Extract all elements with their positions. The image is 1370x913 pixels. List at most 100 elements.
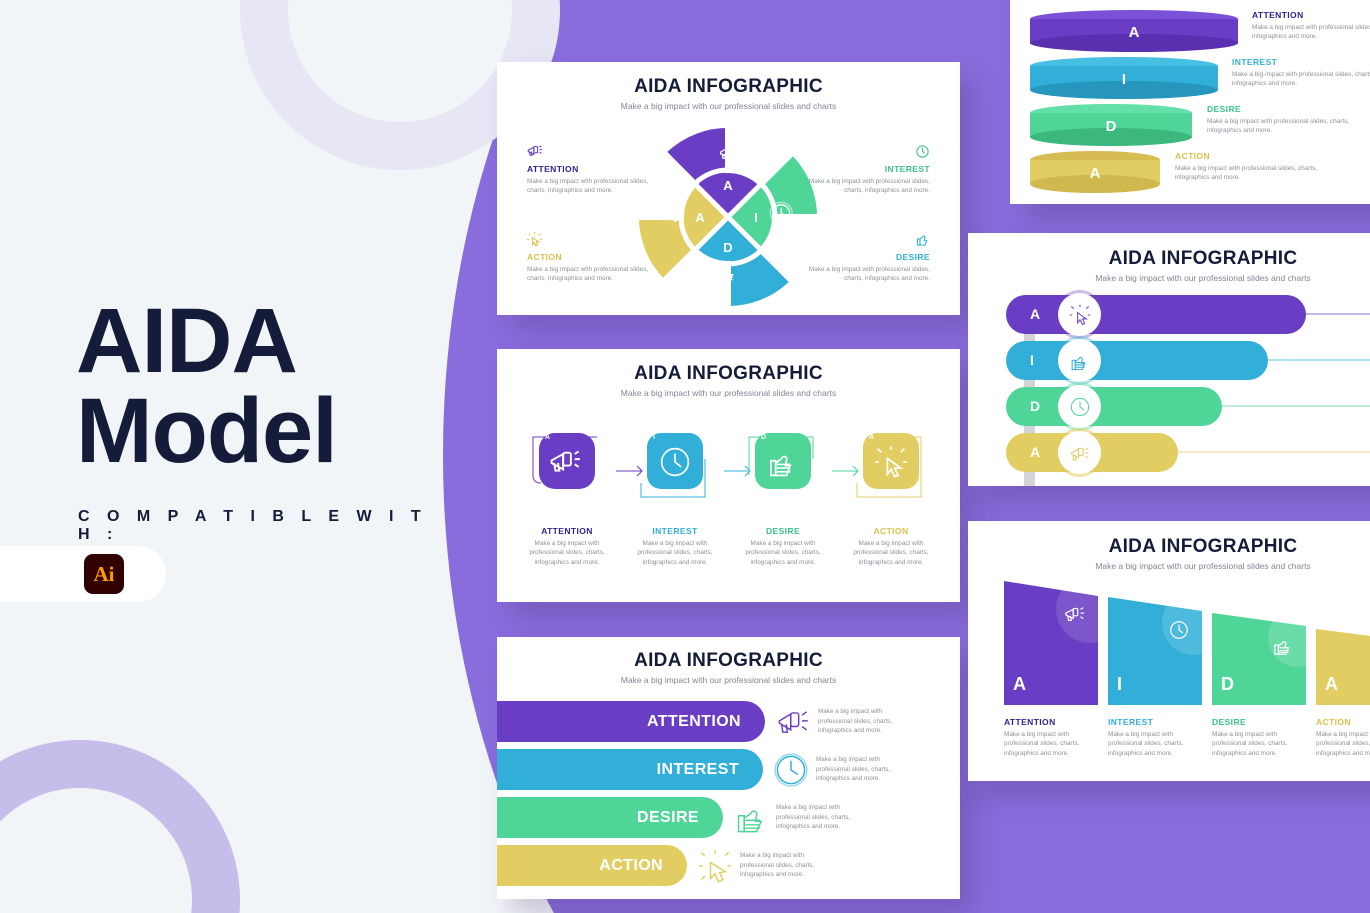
cylinder-attention[interactable]: A	[1029, 9, 1239, 58]
step-flow-slide[interactable]: AIDA INFOGRAPHIC Make a big impact with …	[497, 349, 960, 602]
cylinder-desc: Make a big impact with professional slid…	[1252, 24, 1370, 41]
step-action[interactable]: A ACTION Make a big impact with professi…	[843, 433, 939, 567]
cylinder-text-action: ACTION Make a big impact with profession…	[1175, 151, 1325, 183]
bar-label: DESIRE	[637, 808, 699, 826]
wheel-slide[interactable]: AIDA INFOGRAPHIC Make a big impact with …	[497, 62, 960, 315]
cylinder-desc: Make a big impact with professional slid…	[1175, 165, 1318, 182]
dbar-label: INTEREST	[1108, 717, 1154, 727]
slide-subtitle: Make a big impact with our professional …	[620, 388, 837, 398]
pill-letter: D	[1030, 398, 1041, 414]
pill-letter: A	[1030, 306, 1041, 322]
step-desire[interactable]: D DESIRE Make a big impact with professi…	[735, 433, 831, 567]
cylinder-interest[interactable]: I	[1029, 56, 1219, 105]
slide-subtitle: Make a big impact with our professional …	[620, 101, 837, 111]
callout-label: INTEREST	[884, 164, 930, 174]
dbar-letter: D	[1221, 674, 1234, 694]
step-label: ACTION	[873, 526, 909, 536]
bar-shape: ACTION	[497, 845, 687, 886]
step-attention[interactable]: A ATTENTION Make a big impact with profe…	[519, 433, 615, 567]
leader-line-1	[1306, 313, 1370, 315]
step-text: DESIRE Make a big impact with profession…	[735, 526, 831, 567]
pill-interest[interactable]: I	[1006, 339, 1268, 382]
hero-panel: AIDA Model C O M P A T I B L E W I T H :…	[0, 0, 452, 913]
thumbs-up-icon	[1071, 356, 1085, 370]
funnel-cylinder-slide[interactable]: A ATTENTION Make a big impact with profe…	[1010, 0, 1370, 204]
callout-interest[interactable]: INTEREST Make a big impact with professi…	[806, 144, 930, 196]
callout-action[interactable]: ACTION Make a big impact with profession…	[527, 232, 651, 284]
pill-attention[interactable]: A	[1006, 293, 1306, 336]
slide-title: AIDA INFOGRAPHIC	[1108, 536, 1298, 557]
svg-text:D: D	[723, 240, 732, 255]
pill-action[interactable]: A	[1006, 431, 1178, 474]
slide-header: AIDA INFOGRAPHIC Make a big impact with …	[497, 76, 960, 111]
cylinder-action[interactable]: A	[1029, 150, 1161, 199]
megaphone-icon	[550, 450, 580, 472]
dbar-attention[interactable]: A	[1004, 581, 1098, 705]
slide-subtitle: Make a big impact with our professional …	[1095, 273, 1311, 283]
bar-action[interactable]: ACTION Make a big impact with profession…	[497, 845, 832, 886]
cylinder-label: ACTION	[1175, 151, 1210, 161]
callout-desc: Make a big impact with professional slid…	[527, 178, 649, 195]
cylinder-shape: A	[1030, 151, 1160, 193]
pill-icon-circle	[1058, 339, 1101, 382]
cylinder-desc: Make a big impact with professional slid…	[1207, 118, 1350, 135]
dbar-text-attention: ATTENTION Make a big impact with profess…	[1004, 717, 1090, 758]
callout-desc: Make a big impact with professional slid…	[808, 266, 930, 283]
callout-attention[interactable]: ATTENTION Make a big impact with profess…	[527, 144, 651, 196]
bar-attention[interactable]: ATTENTION Make a big impact with profess…	[497, 701, 910, 742]
leader-line-2	[1268, 359, 1370, 361]
slide-subtitle: Make a big impact with our professional …	[620, 675, 837, 685]
callout-desc: Make a big impact with professional slid…	[527, 266, 649, 283]
step-label: INTEREST	[652, 526, 698, 536]
bar-label: ATTENTION	[647, 712, 741, 730]
megaphone-icon	[1065, 607, 1085, 622]
dbar-text-interest: INTEREST Make a big impact with professi…	[1108, 717, 1194, 758]
descending-bars-slide[interactable]: AIDA INFOGRAPHIC Make a big impact with …	[968, 521, 1370, 781]
thumbs-up-icon	[770, 455, 792, 477]
step-text: ACTION Make a big impact with profession…	[843, 526, 939, 567]
bar-label: INTEREST	[656, 760, 739, 778]
pill-desire[interactable]: D	[1006, 385, 1222, 428]
bar-desire[interactable]: DESIRE Make a big impact with profession…	[497, 797, 868, 838]
cylinder-shape: D	[1030, 104, 1192, 146]
step-letter: A	[869, 434, 875, 441]
step-letter: A	[545, 434, 551, 441]
callout-label: DESIRE	[895, 252, 930, 262]
click-icon	[699, 849, 731, 883]
step-text: INTEREST Make a big impact with professi…	[627, 526, 723, 567]
callout-label: ACTION	[527, 252, 562, 262]
dbar-desc: Make a big impact with professional slid…	[1316, 731, 1370, 757]
click-icon	[1069, 304, 1090, 325]
slide-header: AIDA INFOGRAPHIC Make a big impact with …	[968, 248, 1370, 283]
cylinder-desire[interactable]: D	[1029, 103, 1193, 152]
compatible-with-label: C O M P A T I B L E W I T H :	[78, 508, 428, 543]
clock-icon	[774, 752, 808, 787]
step-label: ATTENTION	[541, 526, 593, 536]
bar-desc: Make a big impact with professional slid…	[816, 756, 891, 783]
slide-header: AIDA INFOGRAPHIC Make a big impact with …	[497, 363, 960, 398]
step-interest[interactable]: I INTEREST Make a big impact with profes…	[627, 433, 723, 567]
pill-pole-slide[interactable]: AIDA INFOGRAPHIC Make a big impact with …	[968, 233, 1370, 486]
clock-icon	[1170, 621, 1188, 639]
dbar-shape	[1108, 597, 1202, 705]
aida-wheel: A I D A	[635, 124, 821, 310]
cylinder-desc: Make a big impact with professional slid…	[1232, 71, 1370, 88]
dbar-interest[interactable]: I	[1108, 597, 1202, 705]
dbar-desire[interactable]: D	[1212, 613, 1306, 705]
cylinder-label: DESIRE	[1207, 104, 1242, 114]
step-text: ATTENTION Make a big impact with profess…	[519, 526, 615, 567]
bar-interest[interactable]: INTEREST Make a big impact with professi…	[497, 749, 908, 790]
svg-text:A: A	[1090, 165, 1101, 182]
cylinder-label: INTEREST	[1232, 57, 1278, 67]
slide-title: AIDA INFOGRAPHIC	[634, 363, 823, 384]
svg-text:I: I	[1122, 71, 1126, 88]
step-desc: Make a big impact with professional slid…	[529, 540, 605, 566]
page-title: AIDA Model	[76, 295, 338, 477]
callout-desire[interactable]: DESIRE Make a big impact with profession…	[806, 232, 930, 284]
dbar-action[interactable]: A	[1316, 629, 1370, 705]
svg-text:A: A	[695, 210, 705, 225]
horizontal-bars-slide[interactable]: AIDA INFOGRAPHIC Make a big impact with …	[497, 637, 960, 899]
dbar-desc: Make a big impact with professional slid…	[1108, 731, 1184, 757]
clock-icon	[1070, 397, 1089, 416]
step-tile: A	[539, 433, 595, 489]
